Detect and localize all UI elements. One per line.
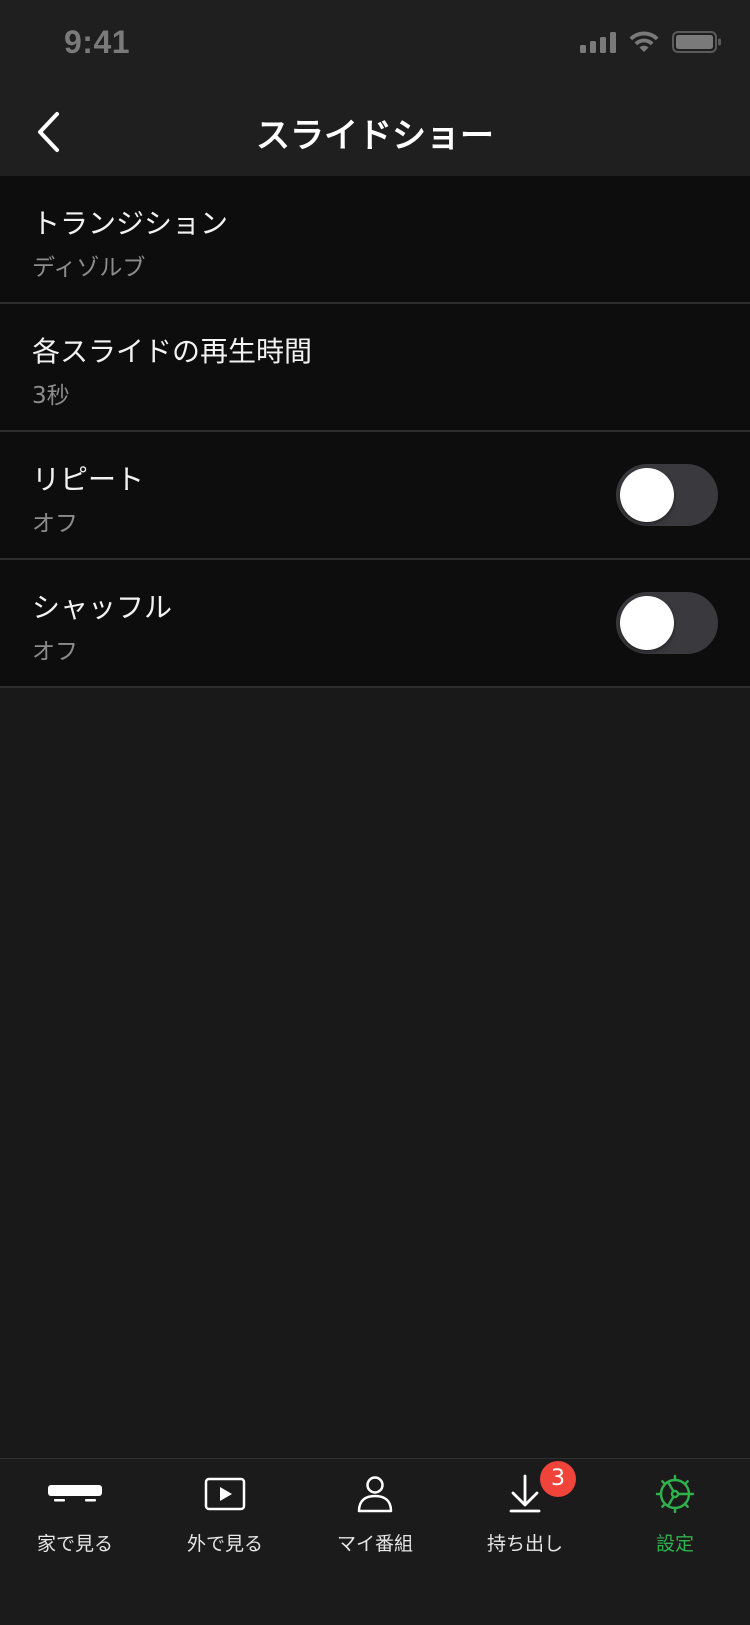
tab-settings[interactable]: 設定 — [600, 1459, 750, 1569]
person-icon — [345, 1471, 405, 1517]
battery-icon — [672, 31, 721, 53]
tab-label: 家で見る — [36, 1533, 113, 1555]
tab-takeout[interactable]: 3 持ち出し — [450, 1459, 600, 1569]
repeat-toggle[interactable] — [616, 464, 718, 526]
toggle-knob — [620, 468, 674, 522]
setting-value: 3秒 — [32, 383, 70, 409]
setting-title: 各スライドの再生時間 — [32, 335, 313, 368]
tab-label: マイ番組 — [336, 1533, 413, 1555]
notification-badge: 3 — [540, 1461, 576, 1497]
tab-watch-at-home[interactable]: 家で見る — [0, 1459, 150, 1569]
cellular-signal-icon — [580, 31, 616, 53]
settings-list: トランジション ディゾルブ 各スライドの再生時間 3秒 リピート オフ シャッフ… — [0, 176, 750, 688]
gear-icon — [645, 1471, 705, 1517]
play-screen-icon — [195, 1471, 255, 1517]
setting-title: トランジション — [32, 207, 229, 240]
tab-label: 外で見る — [186, 1533, 263, 1555]
tab-watch-outside[interactable]: 外で見る — [150, 1459, 300, 1569]
setting-value: ディゾルブ — [32, 255, 146, 281]
tab-my-programs[interactable]: マイ番組 — [300, 1459, 450, 1569]
setting-row-shuffle: シャッフル オフ — [0, 560, 750, 688]
tab-bar: 家で見る 外で見る マイ番組 3 持ち出し 設定 — [0, 1458, 750, 1625]
setting-value: オフ — [32, 639, 78, 665]
status-icons — [580, 30, 722, 54]
tv-box-icon — [45, 1471, 105, 1517]
setting-value: オフ — [32, 511, 78, 537]
shuffle-toggle[interactable] — [616, 592, 718, 654]
status-bar: 9:41 — [0, 0, 750, 88]
tab-label: 設定 — [655, 1533, 694, 1555]
setting-title: シャッフル — [32, 591, 173, 624]
setting-row-slide-duration[interactable]: 各スライドの再生時間 3秒 — [0, 304, 750, 432]
wifi-icon — [629, 31, 659, 52]
setting-row-repeat: リピート オフ — [0, 432, 750, 560]
tab-label: 持ち出し — [486, 1533, 563, 1555]
toggle-knob — [620, 596, 674, 650]
status-time: 9:41 — [64, 24, 131, 60]
setting-row-transition[interactable]: トランジション ディゾルブ — [0, 176, 750, 304]
navigation-bar: スライドショー — [0, 88, 750, 176]
page-title: スライドショー — [256, 116, 494, 156]
setting-title: リピート — [32, 463, 145, 496]
